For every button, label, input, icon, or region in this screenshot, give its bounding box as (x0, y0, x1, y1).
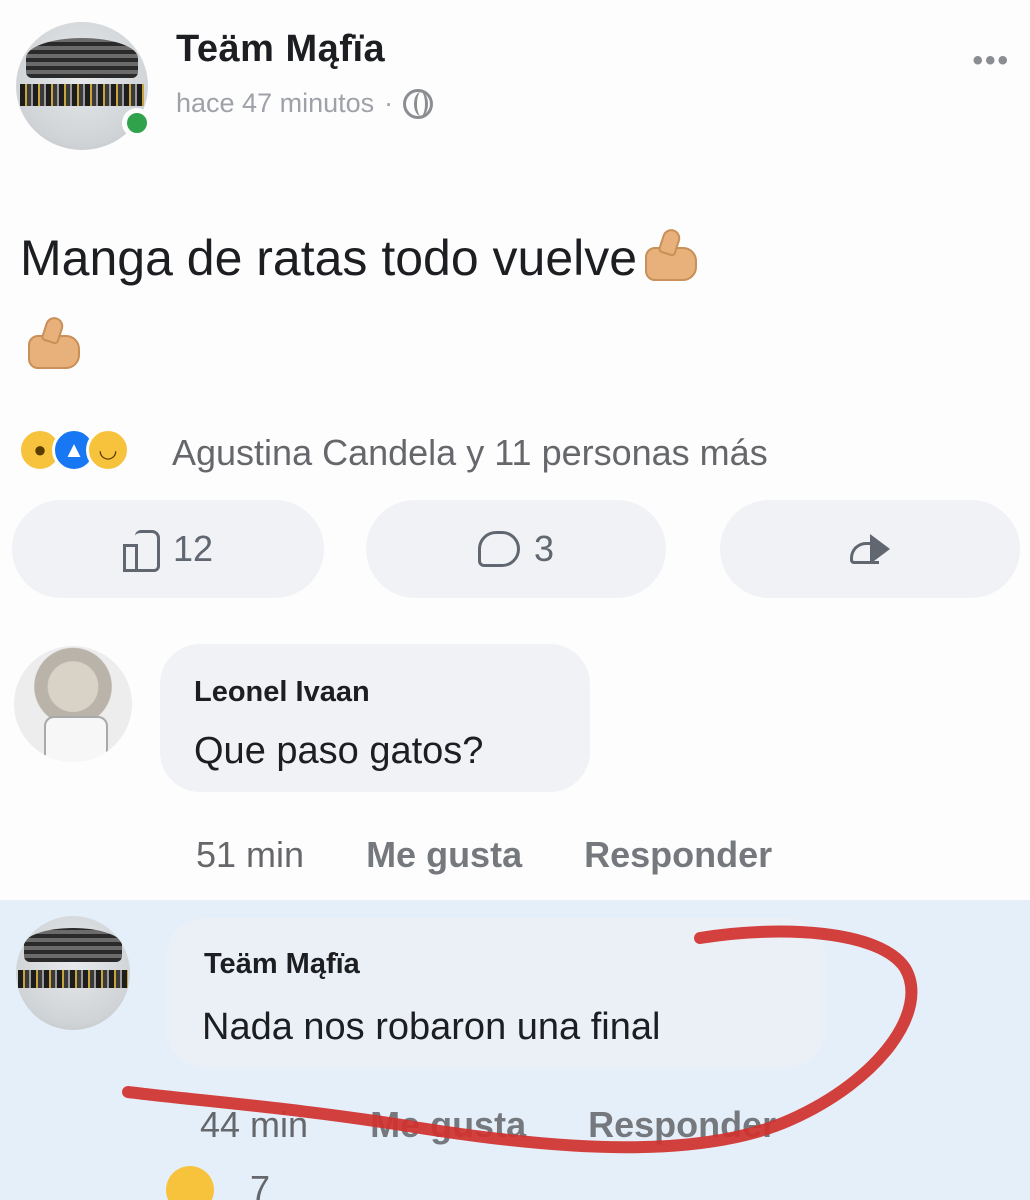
comment-button[interactable]: 3 (366, 500, 666, 598)
reaction-icons[interactable]: ● ▲ ◡ (18, 428, 130, 472)
comment-bubble-icon (477, 531, 520, 567)
comment-reaction-count: 7 (250, 1168, 271, 1200)
post-text-content: Manga de ratas todo vuelve (20, 230, 638, 286)
team-crowd-image (18, 970, 128, 988)
post-timestamp[interactable]: hace 47 minutos (176, 88, 374, 119)
post-author-name[interactable]: Teäm Mąfïa (176, 28, 385, 71)
meta-separator: · (384, 88, 394, 118)
comment-actions: 44 min Me gusta Responder (200, 1104, 776, 1146)
post-meta: hace 47 minutos · (176, 88, 434, 119)
haha-reaction-icon: ◡ (86, 428, 130, 472)
more-options-icon[interactable]: ••• (972, 44, 1010, 78)
stadium-stands-image (26, 38, 138, 78)
like-button[interactable]: 12 (12, 500, 324, 598)
comment-actions: 51 min Me gusta Responder (196, 834, 772, 876)
share-arrow-icon (850, 534, 890, 564)
online-status-icon (122, 108, 152, 138)
stadium-stands-image (24, 928, 122, 962)
comment-text: Que paso gatos? (194, 730, 484, 772)
thumbs-up-outline-icon (122, 530, 160, 572)
comment-text: Nada nos robaron una final (202, 1006, 661, 1048)
comment-time[interactable]: 51 min (196, 834, 304, 876)
comment-like-link[interactable]: Me gusta (366, 834, 522, 876)
globe-icon (403, 88, 434, 119)
thumbs-up-icon (22, 314, 88, 369)
commenter-avatar[interactable] (14, 646, 132, 762)
team-crowd-image (20, 84, 144, 106)
comment-author[interactable]: Leonel Ivaan (194, 676, 370, 709)
like-count: 12 (172, 528, 214, 569)
comment-author[interactable]: Teäm Mąfïa (204, 948, 360, 981)
comment-like-link[interactable]: Me gusta (370, 1104, 526, 1146)
comment-count: 3 (533, 528, 555, 569)
thumbs-up-icon (639, 226, 705, 281)
comment-reply-link[interactable]: Responder (588, 1104, 776, 1146)
post-text: Manga de ratas todo vuelve (20, 214, 720, 390)
comment-reply-link[interactable]: Responder (584, 834, 772, 876)
page-comment-avatar[interactable] (16, 916, 130, 1030)
comment-time[interactable]: 44 min (200, 1104, 308, 1146)
share-button[interactable] (720, 500, 1020, 598)
reactions-summary[interactable]: Agustina Candela y 11 personas más (172, 432, 768, 474)
